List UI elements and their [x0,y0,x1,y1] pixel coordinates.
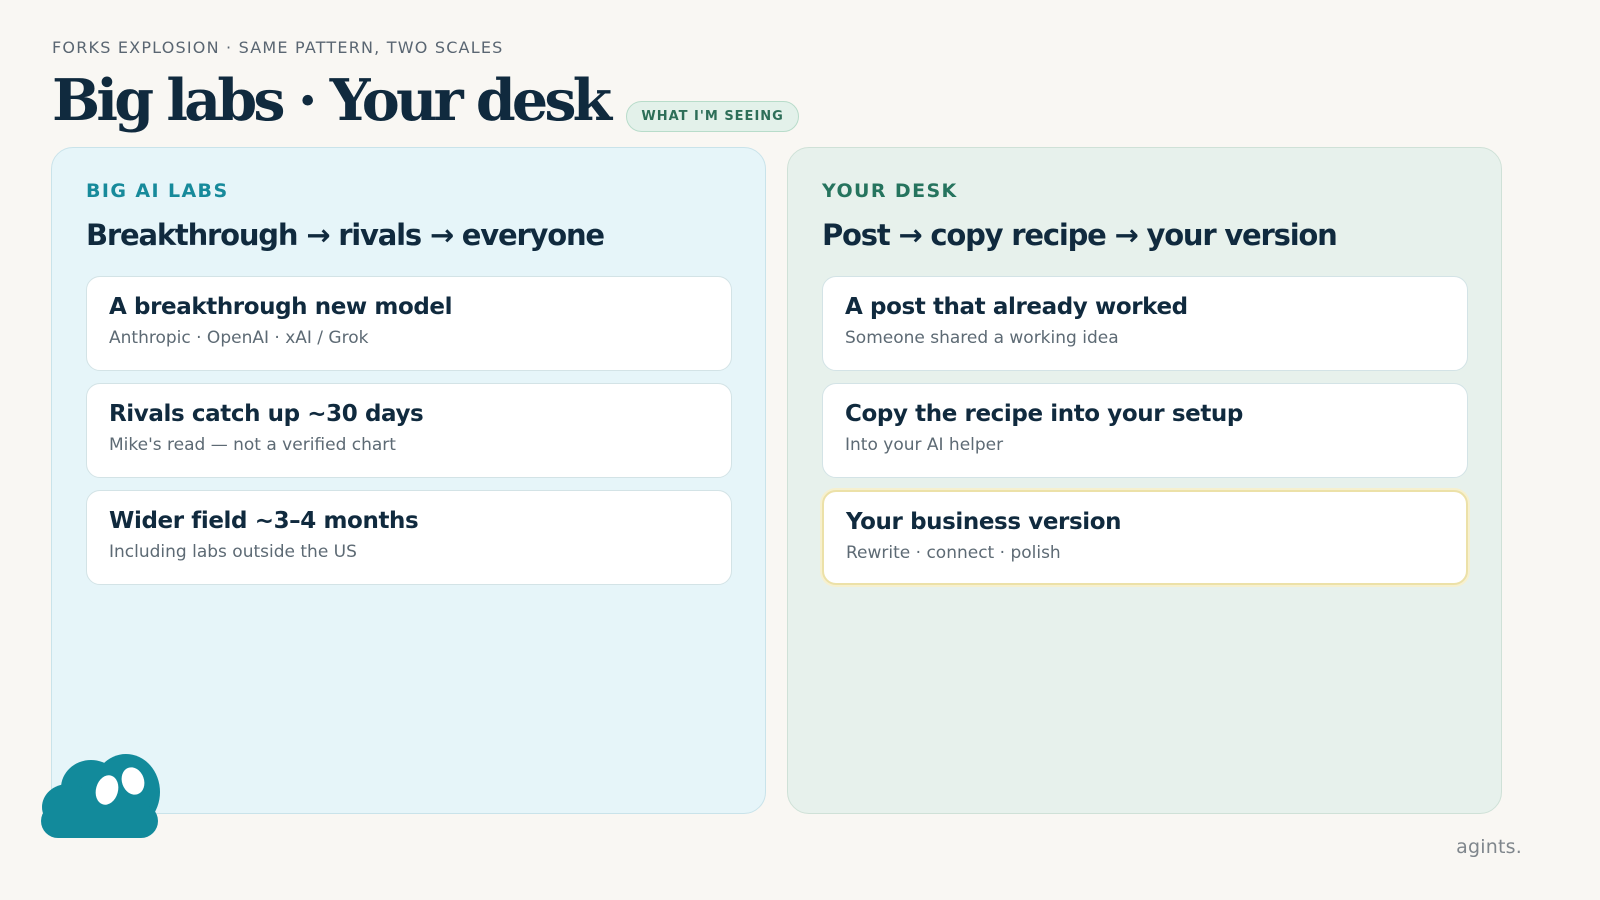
card-list: A post that already worked Someone share… [822,276,1468,585]
title-row: Big labs · Your desk WHAT I'M SEEING [52,66,799,136]
status-badge: WHAT I'M SEEING [626,101,799,132]
page-eyebrow: FORKS EXPLOSION · SAME PATTERN, TWO SCAL… [52,38,504,57]
list-item: A breakthrough new model Anthropic · Ope… [86,276,732,371]
panel-heading: Post → copy recipe → your version [822,218,1338,252]
highlighted-list-item: Your business version Rewrite · connect … [822,490,1468,585]
list-item: A post that already worked Someone share… [822,276,1468,371]
card-title: Copy the recipe into your setup [845,401,1243,427]
list-item: Rivals catch up ~30 days Mike's read — n… [86,383,732,478]
brand-wordmark: agints. [1456,836,1522,858]
big-ai-labs-panel: BIG AI LABS Breakthrough → rivals → ever… [51,147,766,814]
card-subtitle: Mike's read — not a verified chart [109,435,396,455]
panel-label: YOUR DESK [822,180,958,202]
card-subtitle: Someone shared a working idea [845,328,1119,348]
list-item: Copy the recipe into your setup Into you… [822,383,1468,478]
card-subtitle: Rewrite · connect · polish [846,543,1061,563]
card-title: Rivals catch up ~30 days [109,401,424,427]
card-title: Your business version [846,509,1122,535]
card-title: A post that already worked [845,294,1188,320]
list-item: Wider field ~3–4 months Including labs o… [86,490,732,585]
card-list: A breakthrough new model Anthropic · Ope… [86,276,732,585]
cloud-mascot-icon [41,754,160,838]
card-title: Wider field ~3–4 months [109,508,419,534]
card-title: A breakthrough new model [109,294,453,320]
panel-label: BIG AI LABS [86,180,229,202]
card-subtitle: Including labs outside the US [109,542,357,562]
panel-heading: Breakthrough → rivals → everyone [86,218,605,252]
card-subtitle: Into your AI helper [845,435,1004,455]
card-subtitle: Anthropic · OpenAI · xAI / Grok [109,328,369,348]
your-desk-panel: YOUR DESK Post → copy recipe → your vers… [787,147,1502,814]
page-title: Big labs · Your desk [52,67,612,134]
